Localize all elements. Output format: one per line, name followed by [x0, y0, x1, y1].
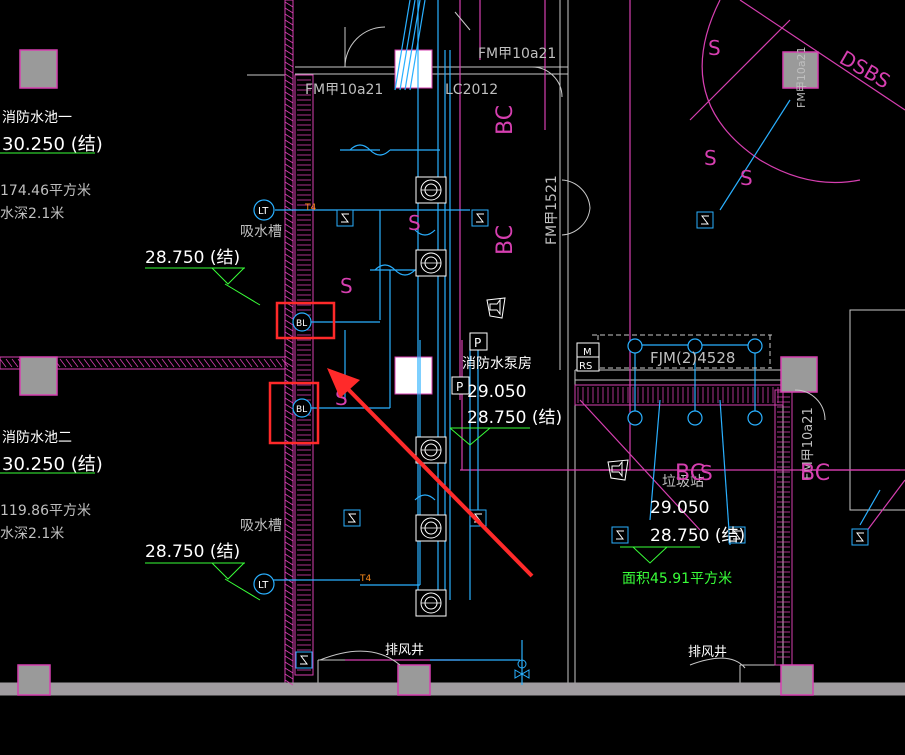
pipe-node-icon: [627, 338, 643, 354]
column: [780, 664, 814, 696]
corner-text: DSBS: [836, 46, 895, 94]
trash-room-level1: 29.050: [650, 498, 709, 518]
room-depth-pool-1: 水深2.1米: [0, 206, 64, 222]
floor-drain-icon: [415, 589, 447, 617]
p-box-2[interactable]: P: [451, 376, 470, 395]
speaker-icon: [486, 297, 506, 319]
s-text-6: S: [740, 166, 753, 190]
lt-tag-1[interactable]: LT: [253, 199, 275, 221]
room-level-pool-1: 30.250 (结): [2, 134, 103, 155]
s-text-5: S: [704, 146, 717, 170]
lt-tag-2[interactable]: LT: [253, 573, 275, 595]
floor-drain-icon: [415, 436, 447, 464]
room-area-pool-1: 174.46平方米: [0, 183, 91, 199]
s-box-icon: [696, 211, 714, 229]
pump-room-level1: 29.050: [467, 382, 526, 402]
door-label-lc: LC2012: [445, 82, 498, 98]
t4-label-2: T4: [359, 574, 371, 584]
s-box-icon: [851, 528, 869, 546]
room-depth-pool-2: 水深2.1米: [0, 526, 64, 542]
bc-label-1: BC: [493, 105, 518, 135]
door-label-fm-vertical: FM甲1521: [544, 175, 560, 245]
column: [397, 664, 431, 696]
sump-label-1: 吸水槽: [240, 224, 282, 240]
rs-label: RS: [579, 361, 592, 372]
s-text-7: S: [700, 461, 713, 485]
s-box-icon: [336, 209, 354, 227]
door-swings: [319, 11, 826, 669]
shaft-label-2: 排风井: [688, 645, 727, 660]
s-box-icon: [295, 651, 313, 669]
door-label-fm-corner: FM甲10a21: [795, 46, 808, 108]
p-box-1[interactable]: P: [469, 332, 488, 351]
side-level-2: 28.750 (结): [145, 542, 240, 562]
s-text-4: S: [708, 36, 721, 60]
pipe-node-icon: [687, 410, 703, 426]
bc-label-4: BC: [800, 461, 830, 486]
pipe-node-icon: [747, 338, 763, 354]
column: [780, 356, 818, 393]
bl-tag-1[interactable]: BL: [292, 312, 312, 332]
column: [19, 356, 58, 396]
pipe-node-icon: [627, 410, 643, 426]
p-box-2-text: P: [456, 380, 463, 394]
shaft-label-1: 排风井: [385, 643, 424, 658]
pump-room-name: 消防水泵房: [462, 356, 532, 372]
door-label-fjm: FJM(2)4528: [650, 349, 735, 367]
bl-tag-1-text: BL: [296, 319, 307, 329]
room-name-pool-1: 消防水池一: [2, 110, 72, 126]
sump-label-2: 吸水槽: [240, 518, 282, 534]
door-label-fm-top-left: FM甲10a21: [305, 82, 383, 98]
s-box-icon: [343, 509, 361, 527]
pump-room-level2: 28.750 (结): [467, 408, 562, 428]
trash-room-level2: 28.750 (结): [650, 526, 745, 546]
s-box-icon: [471, 209, 489, 227]
magenta-lines: [345, 0, 905, 661]
floor-drain-icon: [415, 514, 447, 542]
m-label: M: [583, 347, 592, 358]
side-level-1: 28.750 (结): [145, 248, 240, 268]
room-name-pool-2: 消防水池二: [2, 430, 72, 446]
lt-tag-2-text: LT: [258, 580, 269, 591]
hatched-walls: [0, 0, 905, 696]
lt-tag-1-text: LT: [258, 206, 269, 217]
room-area-pool-2: 119.86平方米: [0, 503, 91, 519]
column-white: [394, 356, 433, 395]
room-level-pool-2: 30.250 (结): [2, 454, 103, 475]
trash-room-area: 面积45.91平方米: [622, 571, 732, 587]
pipe-node-icon: [747, 410, 763, 426]
column: [17, 664, 51, 696]
m-rs-box[interactable]: M RS: [576, 342, 600, 372]
floor-drain-icon: [415, 249, 447, 277]
floor-drain-icon: [415, 176, 447, 204]
t4-label-1: T4: [304, 203, 316, 213]
s-box-icon: [611, 526, 629, 544]
bl-tag-2-text: BL: [296, 405, 307, 415]
cad-drawing-canvas[interactable]: 消防水池一 30.250 (结) 174.46平方米 水深2.1米 消防水池二 …: [0, 0, 905, 755]
s-symbols: [295, 209, 869, 669]
bl-tag-2[interactable]: BL: [292, 398, 312, 418]
s-text-1: S: [408, 211, 421, 235]
column: [19, 49, 58, 89]
door-label-fm-top: FM甲10a21: [478, 46, 556, 62]
s-text-2: S: [340, 274, 353, 298]
bc-label-2: BC: [493, 225, 518, 255]
p-box-1-text: P: [474, 336, 481, 350]
